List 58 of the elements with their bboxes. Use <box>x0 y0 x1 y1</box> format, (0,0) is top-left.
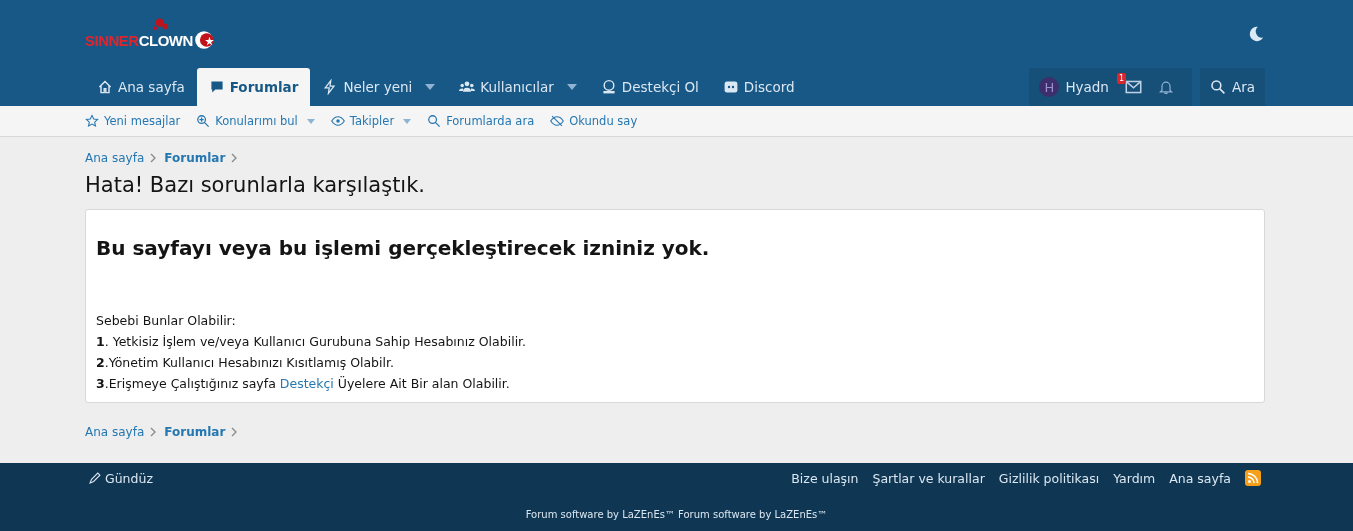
user-menu[interactable]: H Hyadn <box>1039 77 1109 97</box>
star-icon <box>85 114 99 128</box>
coin-icon <box>600 79 617 95</box>
chevron-icon <box>150 153 157 163</box>
reason-text: 2.Yönetim Kullanıcı Hesabınızı Kısıtlamış Olabilr. <box>96 354 395 372</box>
footer-link[interactable]: Şartlar ve kurallar <box>872 470 985 486</box>
nav-tab[interactable]: Kullanıcılar <box>447 68 589 106</box>
caret-icon <box>403 118 412 124</box>
eye-slash-icon <box>550 114 565 128</box>
subnav-link[interactable]: Okundu say <box>550 114 638 128</box>
caret-icon <box>306 118 315 124</box>
chat-icon <box>722 79 739 95</box>
footer-link[interactable]: Ana sayfa <box>1169 470 1231 486</box>
search-button[interactable]: Ara <box>1199 68 1265 106</box>
speech-bubble-icon <box>208 79 225 95</box>
subnav-link[interactable]: Yeni mesajlar <box>85 114 181 128</box>
nav-tab[interactable]: Discord <box>710 68 807 106</box>
user-avatar: H <box>1039 77 1060 97</box>
footer-link[interactable]: Yardım <box>1113 470 1156 486</box>
breadcrumb-link[interactable]: Forumlar <box>164 151 226 165</box>
subnav-link[interactable]: Takipler <box>330 114 412 128</box>
breadcrumb-link[interactable]: Forumlar <box>164 425 226 439</box>
footer-link[interactable]: Bize ulaşın <box>791 470 859 486</box>
rss-icon[interactable] <box>1245 470 1261 486</box>
reason-text: 3.Erişmeye Çalıştığınız sayfa <box>96 376 276 391</box>
error-heading: Bu sayfayı veya bu işlemi gerçekleştirecek izniniz yok. <box>96 236 711 260</box>
page-title: Hata! Bazı sorunlarla karşılaştık. <box>85 173 427 197</box>
nav-tab[interactable]: Ana sayfa <box>85 68 197 106</box>
zoom-in-icon <box>196 114 211 128</box>
caret-icon <box>566 84 577 90</box>
nav-tab[interactable]: Neler yeni <box>310 68 448 106</box>
eye-icon <box>330 114 345 128</box>
reason-text: Üyelere Ait Bir alan Olabilir. <box>337 376 510 391</box>
bell-icon[interactable] <box>1157 79 1174 95</box>
nav-tab[interactable]: Forumlar <box>196 68 311 106</box>
breadcrumb-link[interactable]: Ana sayfa <box>85 425 145 439</box>
nav-tab[interactable]: Destekçi Ol <box>588 68 711 106</box>
search-icon <box>1209 79 1226 95</box>
moon-icon[interactable] <box>1247 25 1265 43</box>
caret-icon <box>425 84 436 90</box>
chevron-icon <box>231 153 238 163</box>
reason-intro: Sebebi Bunlar Olabilir: <box>96 312 237 330</box>
style-toggle[interactable]: Gündüz <box>88 470 153 486</box>
site-logo[interactable]: SINNERCLOWN <box>85 17 215 51</box>
home-icon <box>97 79 113 95</box>
breadcrumb-link[interactable]: Ana sayfa <box>85 151 145 165</box>
footer-link[interactable]: Gizlilik politikası <box>998 470 1100 486</box>
chevron-icon <box>150 427 157 437</box>
search-icon <box>427 114 442 128</box>
mail-icon[interactable] <box>1124 80 1142 94</box>
supporter-link[interactable]: Destekçi <box>279 376 334 391</box>
reason-text: 1. Yetkisiz İşlem ve/veya Kullanıcı Gurubuna Sahip Hesabınız Olabilir. <box>96 333 528 351</box>
chevron-icon <box>231 427 238 437</box>
users-icon <box>459 79 476 95</box>
copyright-text: Forum software by LaZEnEs™ Forum software by LaZEnEs™ <box>524 509 829 520</box>
subnav-link[interactable]: Forumlarda ara <box>427 114 535 128</box>
subnav-link[interactable]: Konularımı bul <box>196 114 315 128</box>
unread-badge: 1 <box>1116 73 1127 84</box>
